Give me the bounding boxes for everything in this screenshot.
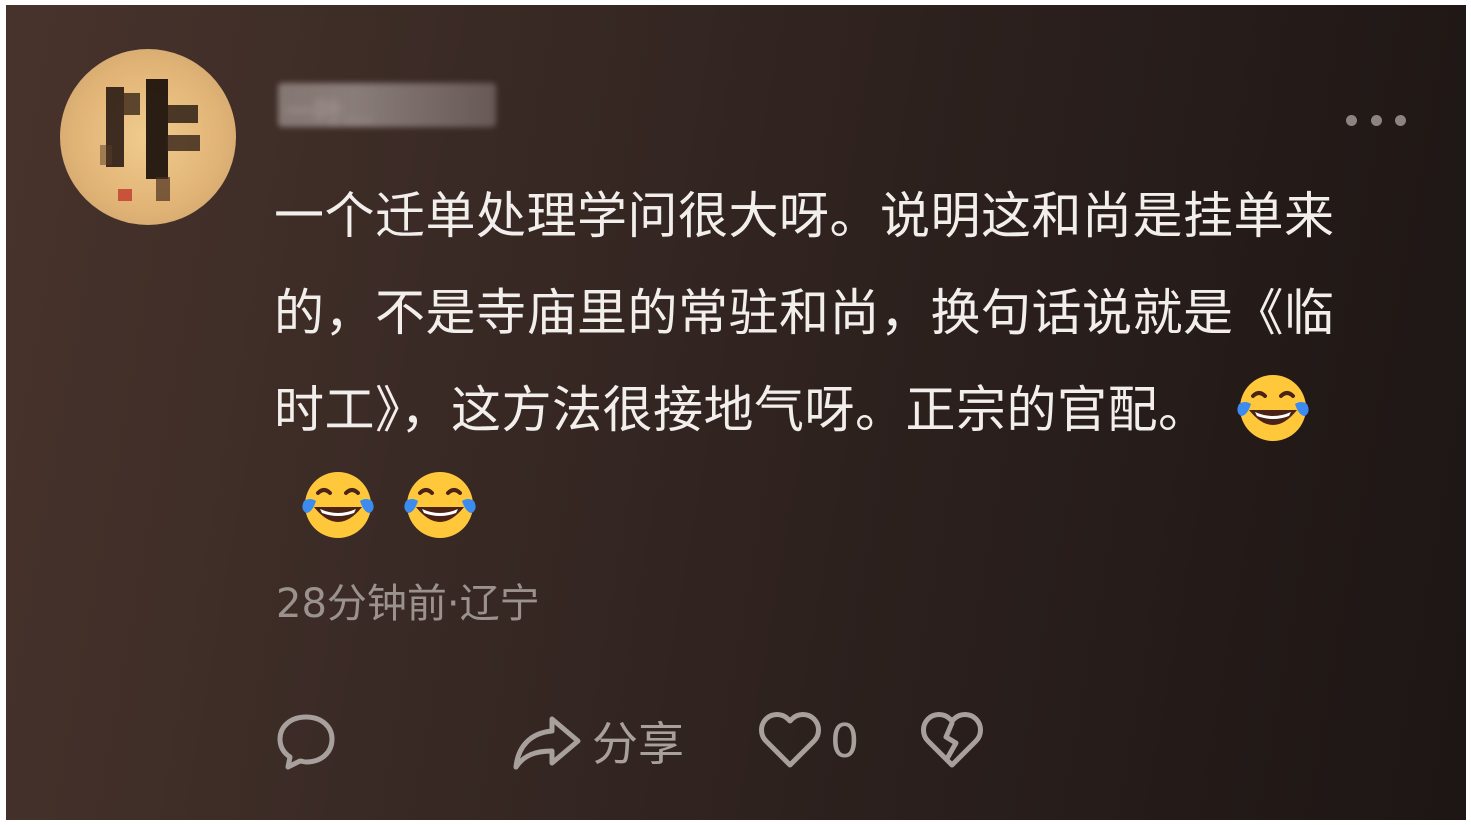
laughing-tears-emoji-icon xyxy=(1235,370,1311,446)
avatar-image xyxy=(100,79,200,201)
more-dot-icon xyxy=(1395,114,1406,126)
username-text: 一叶… xyxy=(284,95,374,130)
broken-heart-icon xyxy=(921,712,983,768)
more-dot-icon xyxy=(1370,114,1382,126)
like-count: 0 xyxy=(830,714,860,768)
share-label: 分享 xyxy=(592,717,684,771)
comment-card: 一叶… 一个迁单处理学问很大呀。说明这和尚是挂单来的，不是寺庙里的常驻和尚，换句… xyxy=(6,5,1466,820)
more-options-button[interactable] xyxy=(1346,109,1406,131)
heart-icon xyxy=(759,712,821,768)
reply-button[interactable] xyxy=(274,701,338,781)
share-button[interactable]: 分享 xyxy=(512,701,684,781)
like-button[interactable]: 0 xyxy=(758,701,859,781)
comment-body: 一个迁单处理学问很大呀。说明这和尚是挂单来的，不是寺庙里的常驻和尚，换句话说就是… xyxy=(274,168,1384,556)
user-avatar[interactable] xyxy=(60,49,236,225)
username[interactable]: 一叶… xyxy=(278,83,496,130)
laughing-tears-emoji-icon xyxy=(402,467,478,543)
dislike-button[interactable] xyxy=(920,701,984,781)
more-dot-icon xyxy=(1346,114,1357,126)
action-bar: 分享 0 xyxy=(274,701,1034,781)
laughing-tears-emoji-icon xyxy=(300,467,376,543)
share-arrow-icon xyxy=(513,716,581,770)
comment-text: 一个迁单处理学问很大呀。说明这和尚是挂单来的，不是寺庙里的常驻和尚，换句话说就是… xyxy=(274,187,1335,439)
comment-bubble-icon xyxy=(277,714,335,770)
comment-meta: 28分钟前·辽宁 xyxy=(276,581,540,627)
